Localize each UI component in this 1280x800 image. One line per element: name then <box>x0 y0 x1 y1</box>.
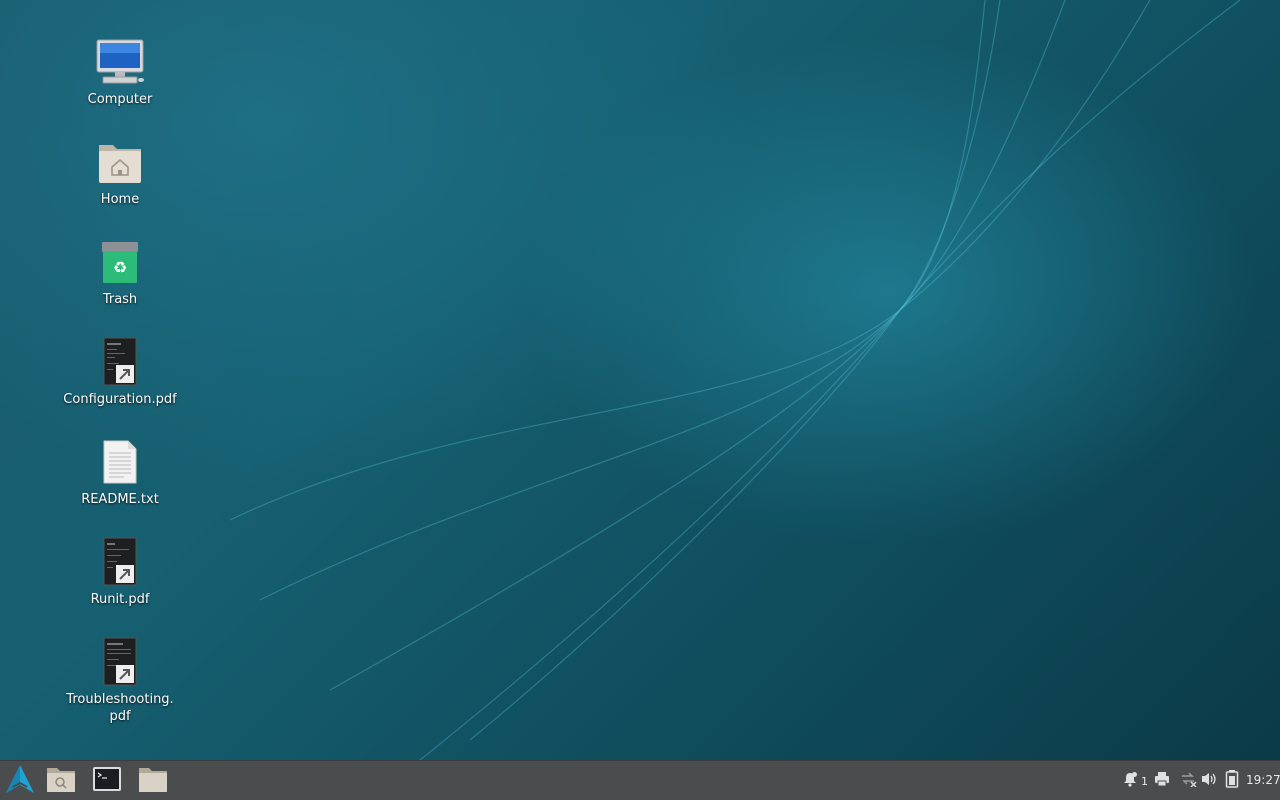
pdf-shortcut-icon <box>94 336 146 388</box>
battery-icon <box>1225 770 1239 792</box>
home-folder-icon <box>94 136 146 188</box>
network-tray[interactable] <box>1180 771 1198 791</box>
desktop-icon-configuration-pdf[interactable]: Configuration.pdf <box>60 336 180 408</box>
text-file-icon <box>94 436 146 488</box>
pdf-shortcut-icon <box>94 536 146 588</box>
desktop-icon-label: Configuration.pdf <box>63 392 177 407</box>
svg-text:♻: ♻ <box>113 258 127 277</box>
volume-icon <box>1201 771 1217 791</box>
battery-tray[interactable] <box>1225 770 1239 792</box>
pdf-shortcut-icon <box>94 636 146 688</box>
desktop-icon-label: Trash <box>102 292 138 307</box>
file-manager-search-icon <box>46 765 76 797</box>
trash-icon: ♻ <box>94 236 146 288</box>
printer-tray[interactable] <box>1154 771 1170 791</box>
desktop-icon-label: README.txt <box>81 492 159 507</box>
desktop-icon-label: Troubleshooting. pdf <box>66 692 174 724</box>
terminal-icon <box>92 765 122 797</box>
printer-icon <box>1154 771 1170 791</box>
desktop-icon-label: Home <box>100 192 140 207</box>
app-menu-icon <box>4 763 36 799</box>
notifications-tray[interactable]: 1 <box>1122 771 1148 791</box>
clock[interactable]: 19:27 <box>1246 772 1280 788</box>
folder-launcher[interactable] <box>135 765 171 797</box>
notification-bell-icon <box>1122 771 1138 791</box>
folder-icon <box>138 765 168 797</box>
desktop[interactable]: Computer Home ♻ Trash Configuration.pdf … <box>0 0 1280 760</box>
desktop-icon-runit-pdf[interactable]: Runit.pdf <box>60 536 180 608</box>
volume-tray[interactable] <box>1201 771 1217 791</box>
taskbar: 1 19:27 <box>0 760 1280 800</box>
desktop-icon-label: Computer <box>87 92 153 107</box>
notification-count: 1 <box>1141 774 1148 788</box>
wallpaper-swoosh <box>229 0 1241 760</box>
file-manager-search-launcher[interactable] <box>43 765 79 797</box>
desktop-icon-troubleshooting-pdf[interactable]: Troubleshooting. pdf <box>60 636 180 725</box>
network-disconnected-icon <box>1180 771 1198 791</box>
desktop-icon-readme-txt[interactable]: README.txt <box>60 436 180 508</box>
computer-icon <box>94 36 146 88</box>
app-menu-button[interactable] <box>2 765 38 797</box>
terminal-launcher[interactable] <box>89 765 125 797</box>
desktop-icon-label: Runit.pdf <box>90 592 150 607</box>
desktop-icon-trash[interactable]: ♻ Trash <box>60 236 180 308</box>
desktop-icon-computer[interactable]: Computer <box>60 36 180 108</box>
desktop-icon-home[interactable]: Home <box>60 136 180 208</box>
